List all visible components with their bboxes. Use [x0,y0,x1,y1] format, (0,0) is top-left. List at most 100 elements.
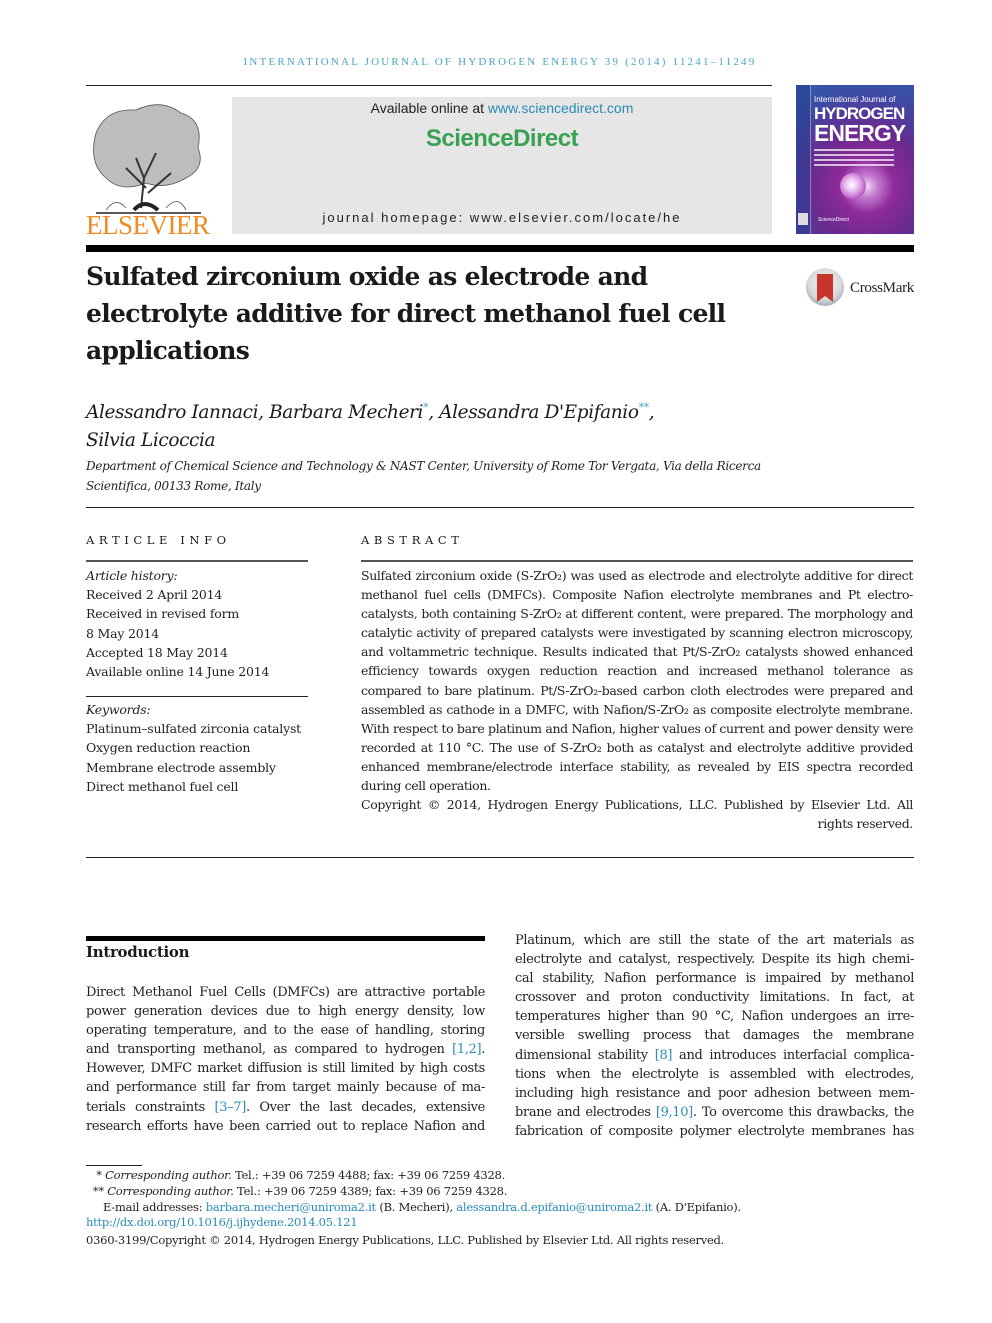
cover-publisher-mark [798,213,808,225]
introduction-rule [86,936,485,941]
footnote-corresponding-2: ** Corresponding author. Tel.: +39 06 72… [86,1184,916,1200]
body-line: terials constraints [3–7]. Over the last… [86,1098,485,1117]
section-divider [86,507,914,508]
elsevier-wordmark: ELSEVIER [86,210,210,240]
cover-title-line3: ENERGY [814,120,906,146]
footnote-rule [86,1165,142,1166]
introduction-left-column: Direct Methanol Fuel Cells (DMFCs) are a… [86,983,485,1136]
section-divider [86,857,914,858]
abstract-rule [361,560,913,562]
citation-link[interactable]: [1,2] [452,1042,481,1057]
history-item: Accepted 18 May 2014 [86,644,228,660]
abstract-copyright: Copyright © 2014, Hydrogen Energy Public… [361,797,913,832]
available-online-prefix: Available online at [370,100,488,116]
body-line: temperatures higher than 90 °C, Nafion u… [515,1009,914,1025]
author-name: Barbara Mecheri [269,402,424,424]
history-item: Received in revised form [86,606,240,622]
cover-title-line1: International Journal of [814,95,896,104]
author-name: Alessandro Iannaci [86,402,259,424]
footnotes: * Corresponding author. Tel.: +39 06 725… [86,1168,916,1249]
sciencedirect-logo: ScienceDirect [425,125,579,152]
affiliation-line: Department of Chemical Science and Techn… [86,459,761,473]
text: terials constraints [86,1099,215,1115]
cover-orb-graphic [840,173,866,199]
text: . [481,1042,485,1058]
footnote-text: Tel.: +39 06 7259 4488; fax: +39 06 7259… [231,1168,506,1182]
cover-sidebar [796,85,811,234]
body-line: However, DMFC market diffusion is still … [86,1061,485,1077]
body-line: research efforts have been carried out t… [86,1118,485,1134]
text: brane and electrodes [515,1104,656,1120]
body-line: power generation devices due to high ene… [86,1004,485,1020]
body-line: Direct Methanol Fuel Cells (DMFCs) are a… [86,985,485,1000]
text: . To overcome this drawbacks, the [692,1104,915,1120]
available-online-text: Available online at www.sciencedirect.co… [232,100,772,116]
text: and transporting methanol, as compared t… [86,1042,453,1058]
article-info-rule [86,560,308,562]
citation-link[interactable]: [8] [655,1048,673,1063]
keywords: Keywords: Platinum–sulfated zirconia cat… [86,700,308,796]
body-line: including high resistance and poor adhes… [515,1085,914,1101]
corresponding-author-mark[interactable]: ** [639,401,650,414]
footnote-text: Tel.: +39 06 7259 4389; fax: +39 06 7259… [233,1183,508,1198]
cover-footer: ScienceDirect [818,217,849,223]
citation-link[interactable]: [9,10] [656,1105,693,1120]
body-line: operating temperature, and to the ease o… [86,1023,485,1039]
affiliation: Department of Chemical Science and Techn… [86,456,786,496]
introduction-right-column: Platinum, which are still the state of t… [515,931,914,1141]
history-item: Available online 14 June 2014 [86,664,270,680]
keyword-item: Platinum–sulfated zirconia catalyst [86,721,302,737]
author-name: Alessandra D'Epifanio [439,402,639,424]
corresponding-author-mark[interactable]: * [423,401,429,414]
journal-homepage-link[interactable]: journal homepage: www.elsevier.com/locat… [232,210,772,225]
crossmark-label: CrossMark [850,280,914,296]
footnote-emails: E-mail addresses: barbara.mecheri@unirom… [86,1200,916,1216]
body-line: crossover and proton conductivity limita… [515,990,914,1006]
footnote-mark: ** [92,1183,104,1198]
header-thick-rule [86,245,914,252]
body-line: tions when the electrolyte is assembled … [515,1066,914,1082]
footnote-corresponding-1: * Corresponding author. Tel.: +39 06 725… [86,1168,916,1184]
email-owner: (B. Mecheri), [375,1199,457,1214]
footnote-label: Corresponding author. [105,1168,232,1182]
text: . Over the last decades, extensive [245,1099,485,1115]
crossmark-button[interactable]: CrossMark [806,268,916,310]
email-link[interactable]: alessandra.d.epifanio@uniroma2.it [456,1200,652,1214]
body-line: brane and electrodes [9,10]. To overcome… [515,1103,914,1122]
abstract-body: Sulfated zirconium oxide (S-ZrO₂) was us… [361,566,913,833]
introduction-heading: Introduction [86,943,190,961]
sciencedirect-banner: Available online at www.sciencedirect.co… [232,97,772,234]
doi-link[interactable]: http://dx.doi.org/10.1016/j.ijhydene.201… [86,1215,916,1231]
body-line: and performance still far from target ma… [86,1080,485,1096]
body-line: dimensional stability [8] and introduces… [515,1046,914,1065]
journal-cover-image: International Journal of HYDROGEN ENERGY… [796,85,914,234]
affiliation-line: Scientifica, 00133 Rome, Italy [86,479,261,493]
email-owner: (A. D'Epifanio). [652,1199,741,1214]
keywords-label: Keywords: [86,702,151,717]
body-line: electrolyte and catalyst, respectively. … [515,952,914,968]
article-history: Article history: Received 2 April 2014 R… [86,566,308,681]
body-line: versible swelling process that damages t… [515,1028,914,1044]
sciencedirect-link[interactable]: www.sciencedirect.com [488,100,634,116]
header-top-rule [86,85,772,86]
issn-copyright: 0360-3199/Copyright © 2014, Hydrogen Ene… [86,1233,725,1248]
crossmark-icon [806,268,844,306]
author-name: Silvia Licoccia [86,430,216,452]
article-history-label: Article history: [86,568,178,583]
history-item: 8 May 2014 [86,625,160,641]
body-line: and transporting methanol, as compared t… [86,1040,485,1059]
history-item: Received 2 April 2014 [86,587,223,603]
citation-link[interactable]: [3–7] [215,1100,247,1115]
body-line: cal stability, Nafion performance is imp… [515,971,914,987]
text: dimensional stability [515,1047,655,1063]
email-label: E-mail addresses: [103,1199,206,1214]
email-link[interactable]: barbara.mecheri@uniroma2.it [206,1200,376,1214]
footnote-mark: * [96,1168,102,1182]
keyword-item: Direct methanol fuel cell [86,778,239,794]
journal-running-head: International Journal of Hydrogen Energy… [243,56,757,68]
keyword-item: Membrane electrode assembly [86,759,276,775]
author-list: Alessandro Iannaci, Barbara Mecheri*, Al… [86,401,655,452]
body-line: fabrication of composite polymer electro… [515,1123,914,1139]
article-title: Sulfated zirconium oxide as electrode an… [86,262,726,365]
abstract-heading: ABSTRACT [361,533,464,547]
